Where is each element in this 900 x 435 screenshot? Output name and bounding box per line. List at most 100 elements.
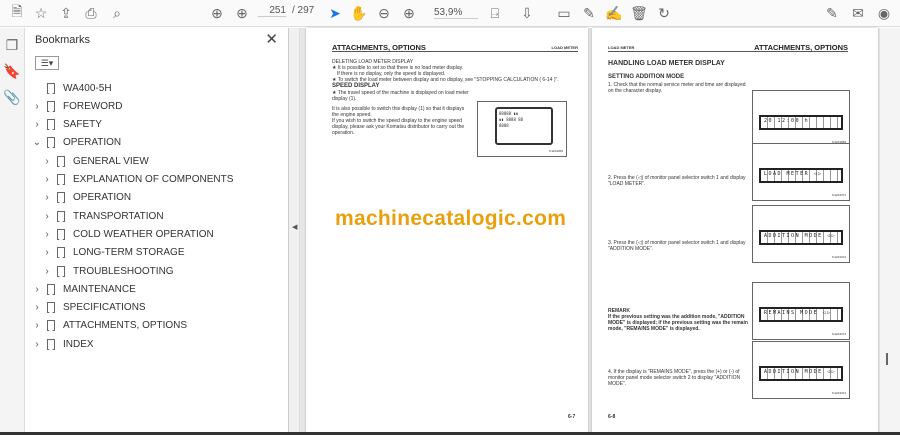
page-section: LOAD METER bbox=[551, 45, 578, 50]
bookmark-icon bbox=[47, 338, 55, 350]
bookmark-icon bbox=[47, 119, 55, 131]
expand-chevron-icon[interactable]: › bbox=[41, 247, 53, 258]
bookmark-item[interactable]: › TRANSPORTATION bbox=[41, 207, 164, 225]
bookmark-star-icon[interactable]: ☆ bbox=[32, 4, 50, 22]
expand-chevron-icon[interactable]: › bbox=[31, 302, 43, 313]
expand-chevron-icon[interactable]: › bbox=[41, 174, 53, 185]
expand-chevron-icon[interactable]: › bbox=[41, 156, 53, 167]
bookmark-label: OPERATION bbox=[73, 192, 132, 204]
expand-chevron-icon[interactable]: › bbox=[31, 119, 43, 130]
options-dropdown[interactable]: ☰▾ bbox=[35, 56, 59, 70]
expand-chevron-icon[interactable]: › bbox=[41, 192, 53, 203]
lcd-figure: ADDITION MODE ◁▷ 6-WA3472 bbox=[752, 205, 850, 263]
zoom-level-dropdown[interactable]: 53,9% bbox=[434, 7, 478, 19]
attachments-icon[interactable]: 📎 bbox=[3, 88, 21, 106]
bookmark-item[interactable]: › SAFETY bbox=[31, 116, 102, 134]
bookmark-label: SAFETY bbox=[63, 119, 102, 131]
bookmark-item[interactable]: › OPERATION bbox=[41, 189, 131, 207]
bookmark-item[interactable]: › GENERAL VIEW bbox=[41, 152, 149, 170]
bookmarks-icon[interactable]: 🔖 bbox=[3, 62, 21, 80]
watermark: machinecatalogic.com bbox=[335, 207, 567, 230]
save-icon[interactable]: 🗎 bbox=[8, 3, 26, 22]
panel-splitter[interactable]: ◀ bbox=[289, 28, 300, 435]
account-icon[interactable]: ◉ bbox=[875, 4, 893, 22]
figure-number: 6-WA4069 bbox=[548, 149, 563, 153]
sign-icon[interactable]: ✍ bbox=[605, 4, 623, 22]
bookmark-item[interactable]: › LONG-TERM STORAGE bbox=[41, 244, 185, 262]
page-fit-icon[interactable]: ⍈ bbox=[486, 4, 504, 22]
select-cursor-icon[interactable]: ➤ bbox=[326, 4, 344, 22]
fill-sign-icon[interactable]: ✎ bbox=[823, 4, 841, 22]
bookmark-item[interactable]: › FOREWORD bbox=[31, 97, 122, 115]
text: If you wish to switch the speed display … bbox=[332, 118, 465, 136]
zoom-in-icon[interactable]: ⊕ bbox=[400, 4, 418, 22]
bookmark-item[interactable]: › SPECIFICATIONS bbox=[31, 299, 146, 317]
prev-page-icon[interactable]: ⊕ bbox=[208, 4, 226, 22]
comment-icon[interactable]: ▭ bbox=[555, 4, 573, 22]
highlight-pen-icon[interactable]: ✎ bbox=[580, 4, 598, 22]
scroll-thumb[interactable] bbox=[886, 353, 888, 365]
delete-icon[interactable]: 🗑 bbox=[630, 4, 648, 22]
bookmark-icon bbox=[57, 265, 65, 277]
bookmark-icon bbox=[57, 247, 65, 259]
next-page-icon[interactable]: ⊕ bbox=[233, 4, 251, 22]
text: ★ The travel speed of the machine is dis… bbox=[332, 90, 469, 102]
bookmark-item[interactable]: › COLD WEATHER OPERATION bbox=[41, 225, 214, 243]
page-section: LOAD METER bbox=[608, 45, 635, 50]
bookmarks-panel: Bookmarks ✕ ☰▾ WA400-5H › FOREWORD › SAFETY ⌄… bbox=[25, 28, 289, 435]
bookmark-label: INDEX bbox=[63, 338, 94, 350]
document-view: ATTACHMENTS, OPTIONS LOAD METER DELETING… bbox=[300, 28, 880, 435]
expand-chevron-icon[interactable]: › bbox=[31, 320, 43, 331]
expand-chevron-icon[interactable]: ⌄ bbox=[31, 137, 43, 148]
bookmark-icon bbox=[47, 320, 55, 332]
bookmark-icon bbox=[47, 82, 55, 94]
remark-text: If the previous setting was the addition… bbox=[608, 314, 748, 332]
bookmark-item[interactable]: › EXPLANATION OF COMPONENTS bbox=[41, 171, 233, 189]
page-header: ATTACHMENTS, OPTIONS bbox=[332, 43, 426, 52]
search-icon[interactable]: ⌕ bbox=[108, 4, 126, 22]
bookmark-item[interactable]: › INDEX bbox=[31, 335, 94, 353]
page-number-input[interactable] bbox=[258, 5, 286, 17]
expand-chevron-icon[interactable]: › bbox=[41, 211, 53, 222]
vertical-scrollbar[interactable] bbox=[880, 28, 900, 435]
rotate-icon[interactable]: ↻ bbox=[655, 4, 673, 22]
text: It is also possible to switch this displ… bbox=[332, 106, 465, 118]
bookmark-icon bbox=[57, 192, 65, 204]
page-number: 6-8 bbox=[608, 414, 616, 420]
collapse-arrow-icon[interactable]: ◀ bbox=[292, 223, 297, 231]
expand-chevron-icon[interactable]: › bbox=[41, 266, 53, 277]
close-icon[interactable]: ✕ bbox=[265, 30, 278, 48]
bookmark-icon bbox=[57, 228, 65, 240]
lcd-display: LOAD METER ◁▷ bbox=[759, 168, 843, 183]
bookmark-label: TROUBLESHOOTING bbox=[73, 265, 174, 277]
zoom-out-icon[interactable]: ⊖ bbox=[375, 4, 393, 22]
bookmark-icon bbox=[57, 210, 65, 222]
hand-tool-icon[interactable]: ✋ bbox=[350, 4, 368, 22]
pages-icon[interactable]: ❐ bbox=[3, 36, 21, 54]
figure-number: 6-WA3471 bbox=[831, 193, 846, 197]
expand-chevron-icon[interactable]: › bbox=[31, 101, 43, 112]
mail-icon[interactable]: ✉ bbox=[849, 4, 867, 22]
bookmark-icon bbox=[47, 137, 55, 149]
expand-chevron-icon[interactable]: › bbox=[31, 339, 43, 350]
bookmark-item[interactable]: ⌄ OPERATION bbox=[31, 134, 121, 152]
bookmark-item[interactable]: › MAINTENANCE bbox=[31, 280, 136, 298]
lcd-figure: REMAINS MODE ◁▷ 6-WA3473 bbox=[752, 282, 850, 340]
bookmark-label: FOREWORD bbox=[63, 100, 123, 112]
bookmark-item[interactable]: WA400-5H bbox=[31, 79, 112, 97]
scroll-mode-icon[interactable]: ⇩ bbox=[518, 4, 536, 22]
bookmark-item[interactable]: › ATTACHMENTS, OPTIONS bbox=[31, 317, 187, 335]
lcd-display: ADDITION MODE ◁▷ bbox=[759, 366, 843, 381]
step-text: 1. Check that the normal service meter a… bbox=[608, 82, 746, 94]
print-icon[interactable]: ⎙ bbox=[82, 4, 100, 22]
step-text: 3. Press the (◁) of monitor panel select… bbox=[608, 240, 746, 252]
bookmark-item[interactable]: › TROUBLESHOOTING bbox=[41, 262, 174, 280]
figure-number: 6-WA3474 bbox=[831, 391, 846, 395]
bookmark-icon bbox=[57, 155, 65, 167]
bookmark-icon bbox=[47, 302, 55, 314]
expand-chevron-icon[interactable]: › bbox=[41, 229, 53, 240]
expand-chevron-icon[interactable]: › bbox=[31, 284, 43, 295]
lcd-figure: LOAD METER ◁▷ 6-WA3471 bbox=[752, 143, 850, 201]
upload-cloud-icon[interactable]: ⇪ bbox=[57, 4, 75, 22]
bookmark-label: OPERATION bbox=[63, 137, 122, 149]
